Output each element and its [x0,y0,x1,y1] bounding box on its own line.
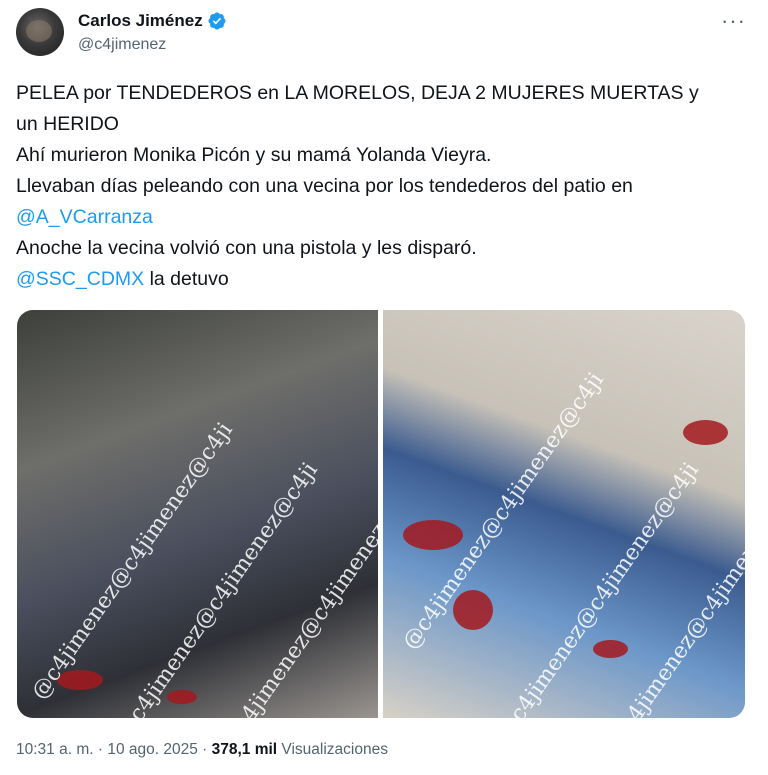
tweet-text-line: Ahí murieron Monika Picón y su mamá Yola… [16,144,492,166]
tweet-text-line: un HERIDO [16,113,119,135]
mention-link[interactable]: @SSC_CDMX [16,268,144,290]
author-avatar[interactable] [16,8,64,56]
more-options-icon[interactable]: ··· [721,10,746,32]
watermark-text: @c4jimenez@c4jimenez@c4ji [112,458,323,718]
tweet-header: Carlos Jiménez @c4jimenez ··· [16,6,752,62]
tweet-date[interactable]: 10 ago. 2025 [107,741,198,758]
author-names: Carlos Jiménez @c4jimenez [78,10,227,56]
tweet-text: PELEA por TENDEDEROS en LA MORELOS, DEJA… [16,78,756,295]
tweet-meta: 10:31 a. m. · 10 ago. 2025 · 378,1 mil V… [16,741,388,759]
watermark-text: @c4jimenez@c4jimenez@c4ji [27,418,238,705]
author-display-name[interactable]: Carlos Jiménez [78,10,203,32]
tweet-time[interactable]: 10:31 a. m. [16,741,94,758]
author-handle[interactable]: @c4jimenez [78,34,227,56]
meta-separator: · [197,741,212,758]
tweet-media: @c4jimenez@c4jimenez@c4ji @c4jimenez@c4j… [17,310,745,718]
tweet-text-line: PELEA por TENDEDEROS en LA MORELOS, DEJA… [16,82,699,104]
mention-link[interactable]: @A_VCarranza [16,206,153,228]
media-photo-left[interactable]: @c4jimenez@c4jimenez@c4ji @c4jimenez@c4j… [17,310,428,718]
tweet-text-line: Llevaban días peleando con una vecina po… [16,175,633,197]
verified-badge-icon [208,12,226,30]
views-count: 378,1 mil [211,741,278,758]
tweet-text-fragment: la detuvo [144,268,229,290]
views-label: Visualizaciones [277,741,388,758]
media-photo-right[interactable]: @c4jimenez@c4jimenez@c4ji @c4jimenez@c4j… [383,310,745,718]
meta-separator: · [93,741,108,758]
tweet-text-line: Anoche la vecina volvió con una pistola … [16,237,477,259]
